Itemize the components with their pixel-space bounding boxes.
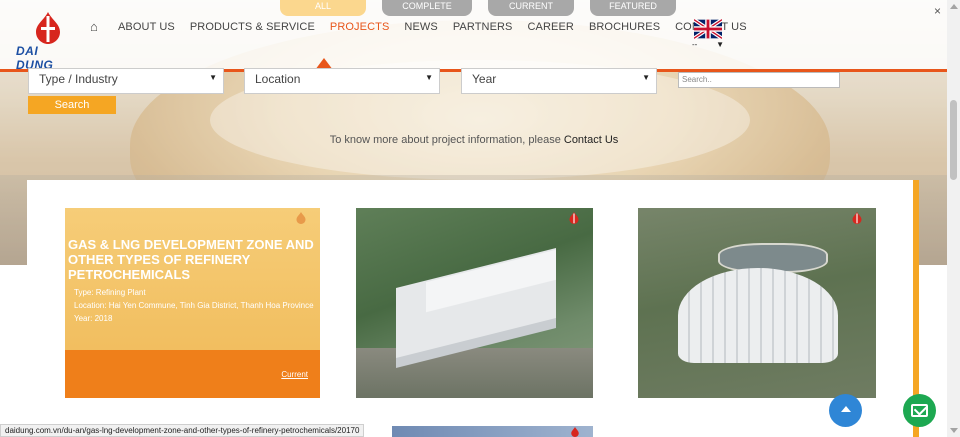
nav-about-us[interactable]: ABOUT US (118, 21, 175, 33)
photo-ground (356, 348, 593, 398)
nav-career[interactable]: CAREER (528, 21, 574, 33)
page-scrollbar[interactable] (947, 0, 960, 437)
language-select[interactable]: -- ▼ (692, 40, 724, 49)
search-button[interactable]: Search (28, 96, 116, 114)
location-select[interactable]: Location ▼ (244, 68, 440, 94)
nav-projects[interactable]: PROJECTS (330, 21, 389, 33)
search-input[interactable]: Search.. (678, 72, 840, 88)
project-photo-factory[interactable] (356, 208, 593, 398)
project-photo-greenhouse[interactable] (638, 208, 876, 398)
logo-watermark-icon (569, 212, 579, 224)
photo-canopy (678, 268, 838, 363)
tab-current[interactable]: CURRENT (488, 0, 574, 16)
chevron-down-icon: ▼ (425, 73, 433, 82)
scroll-to-top-button[interactable] (829, 394, 862, 427)
language-value: -- (692, 40, 698, 49)
logo-watermark-icon (571, 427, 579, 437)
project-title[interactable]: GAS & LNG DEVELOPMENT ZONE AND OTHER TYP… (68, 237, 318, 282)
location-value: Location (255, 72, 301, 86)
project-info-text: To know more about project information, … (0, 134, 948, 146)
year-value: Year (472, 72, 497, 86)
scroll-up-icon[interactable] (950, 4, 958, 9)
project-card[interactable]: GAS & LNG DEVELOPMENT ZONE AND OTHER TYP… (65, 208, 320, 398)
chevron-down-icon: ▼ (716, 40, 724, 49)
uk-flag-icon[interactable] (694, 19, 722, 39)
project-card-footer: Current (65, 350, 320, 398)
main-nav: ⌂ ABOUT US PRODUCTS & SERVICE PROJECTS N… (90, 18, 762, 36)
year-select[interactable]: Year ▼ (461, 68, 657, 94)
home-icon[interactable]: ⌂ (90, 20, 104, 34)
contact-us-link[interactable]: Contact Us (564, 134, 618, 146)
scroll-down-icon[interactable] (950, 428, 958, 433)
envelope-icon (911, 404, 928, 417)
message-button[interactable] (903, 394, 936, 427)
project-year: Year: 2018 (74, 314, 113, 323)
tab-all[interactable]: ALL (280, 0, 366, 16)
logo-watermark-icon (852, 212, 862, 224)
info-text: To know more about project information, … (329, 134, 564, 146)
project-status-link[interactable]: Current (281, 370, 308, 379)
project-photo-partial[interactable] (392, 426, 593, 437)
project-location: Location: Hai Yen Commune, Tinh Gia Dist… (74, 301, 314, 310)
logo-watermark-icon (296, 212, 306, 224)
close-icon[interactable]: × (934, 4, 941, 18)
nav-products-service[interactable]: PRODUCTS & SERVICE (190, 21, 315, 33)
scrollbar-thumb[interactable] (950, 100, 957, 180)
type-industry-value: Type / Industry (39, 72, 118, 86)
nav-brochures[interactable]: BROCHURES (589, 21, 660, 33)
dai-dung-logo[interactable]: DAI DUNG (16, 12, 78, 72)
tab-complete[interactable]: COMPLETE (382, 0, 472, 16)
project-type: Type: Refining Plant (74, 288, 146, 297)
nav-news[interactable]: NEWS (404, 21, 437, 33)
nav-partners[interactable]: PARTNERS (453, 21, 513, 33)
project-meta: Type: Refining Plant Location: Hai Yen C… (74, 286, 319, 325)
tab-featured[interactable]: FEATURED (590, 0, 676, 16)
logo-mark-icon (36, 12, 60, 44)
chevron-down-icon: ▼ (642, 73, 650, 82)
arrow-up-icon (841, 406, 851, 412)
browser-status-bar: daidung.com.vn/du-an/gas-lng-development… (0, 424, 365, 437)
project-filter-tabs: ALL COMPLETE CURRENT FEATURED (280, 0, 692, 16)
chevron-down-icon: ▼ (209, 73, 217, 82)
type-industry-select[interactable]: Type / Industry ▼ (28, 68, 224, 94)
